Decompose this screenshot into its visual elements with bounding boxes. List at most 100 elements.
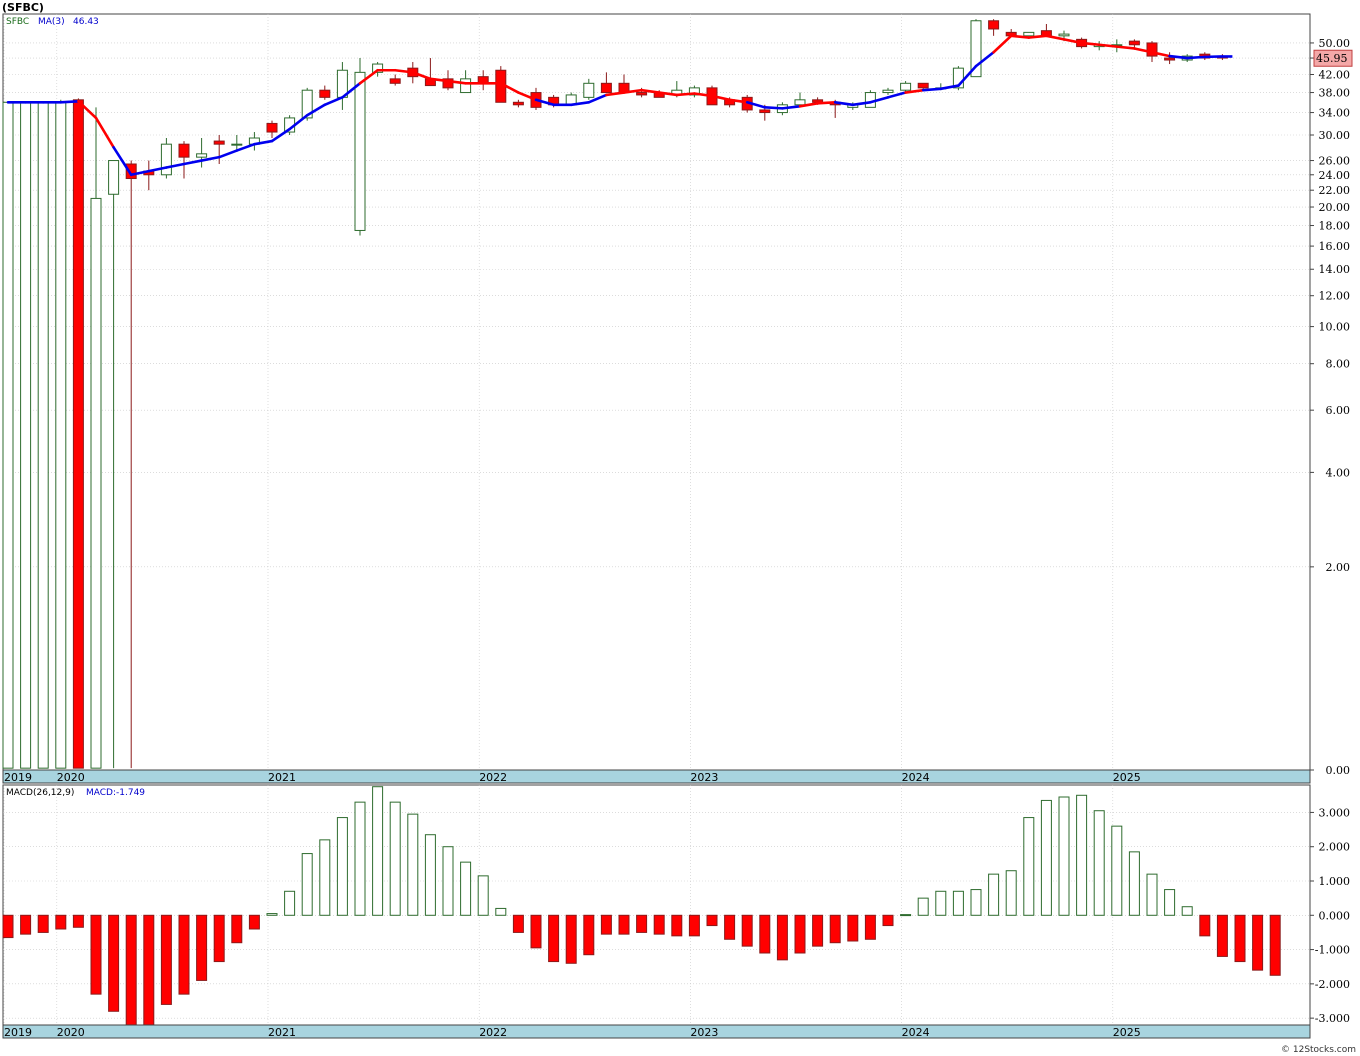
macd-bar: [548, 914, 560, 963]
macd-bar: [636, 914, 648, 933]
chart-title: (SFBC): [2, 1, 44, 14]
candle-body: [108, 160, 120, 195]
candle-body: [636, 92, 648, 96]
price-year-label: 2025: [1113, 771, 1141, 784]
macd-bar: [1111, 825, 1123, 916]
macd-bar: [1146, 873, 1158, 916]
macd-bar: [319, 839, 331, 916]
ma-segment: [675, 92, 696, 97]
candle-body: [2, 101, 14, 769]
candle-body: [319, 89, 331, 98]
candle-body: [1023, 31, 1035, 37]
ma-segment: [59, 99, 80, 104]
price-tick-label: 14.00: [1319, 263, 1351, 276]
last-price-badge: 45.95: [1313, 49, 1353, 67]
price-panel: 50.0046.0042.0038.0034.0030.0026.0024.00…: [2, 13, 1353, 784]
macd-bar: [196, 914, 208, 981]
macd-bar: [970, 889, 982, 916]
price-tick-label: 42.00: [1319, 68, 1351, 81]
candle-body: [354, 71, 366, 231]
candle-body: [231, 143, 243, 146]
macd-bar: [600, 914, 612, 935]
candle-body: [196, 153, 208, 158]
ma-segment: [763, 106, 784, 110]
candle-body: [266, 122, 278, 133]
macd-bar: [882, 914, 894, 927]
candle-body: [178, 143, 190, 158]
macd-bar: [55, 914, 67, 930]
candle-body: [1164, 57, 1176, 61]
macd-bar: [125, 914, 137, 1026]
candle-body: [1058, 33, 1070, 37]
macd-bar: [618, 914, 630, 935]
price-tick-label: 18.00: [1319, 220, 1351, 233]
price-tick-label: 12.00: [1319, 290, 1351, 303]
macd-tick-label: 2.000: [1319, 841, 1351, 854]
macd-bar: [1128, 851, 1140, 916]
price-tick-label: 38.00: [1319, 87, 1351, 100]
candle-body: [37, 101, 49, 769]
macd-tick-label: -3.000: [1315, 1012, 1350, 1025]
symbol-label: SFBC: [6, 17, 29, 27]
candle-body: [900, 82, 912, 91]
candle-body: [55, 101, 67, 769]
price-year-label: 2021: [268, 771, 296, 784]
ma-segment: [816, 100, 837, 105]
macd-bar: [776, 914, 788, 961]
price-tick-label: 26.00: [1319, 155, 1351, 168]
macd-bar: [178, 914, 190, 995]
macd-bar: [724, 914, 736, 940]
macd-tick-label: 3.000: [1319, 806, 1351, 819]
macd-bar: [935, 890, 947, 916]
price-tick-label: 50.00: [1319, 37, 1351, 50]
ma-segment: [1027, 34, 1048, 39]
candle-body: [1128, 40, 1140, 46]
candle-body: [583, 82, 595, 98]
macd-bar: [1269, 914, 1281, 976]
macd-bar: [847, 914, 859, 942]
macd-year-label: 2025: [1113, 1026, 1141, 1039]
macd-bar: [1164, 889, 1176, 916]
macd-bar: [1199, 914, 1211, 937]
candle-body: [72, 99, 84, 769]
price-panel-frame: [2, 13, 1311, 771]
macd-bar: [108, 914, 120, 1012]
macd-bar: [917, 897, 929, 916]
macd-bar: [1234, 914, 1246, 963]
macd-bar: [759, 914, 771, 954]
ma-segment: [1185, 55, 1207, 60]
macd-bar: [495, 907, 507, 916]
candle-body: [389, 78, 401, 84]
candle-body: [213, 140, 225, 145]
macd-bar: [512, 914, 524, 933]
macd-bar: [389, 801, 401, 916]
macd-bar: [442, 846, 454, 916]
macd-bar: [213, 914, 225, 963]
macd-tick-label: -2.000: [1315, 978, 1350, 991]
macd-indicator-label: MACD(26,12,9): [6, 788, 74, 798]
price-tick-label: 0.00: [1326, 764, 1351, 777]
macd-bar: [160, 914, 172, 1005]
macd-bar: [988, 873, 1000, 916]
candle-body: [600, 82, 612, 94]
macd-bar: [829, 914, 841, 944]
price-tick-label: 4.00: [1326, 466, 1351, 479]
candle-body: [460, 78, 472, 94]
macd-year-label: 2022: [479, 1026, 507, 1039]
ma-segment: [921, 87, 943, 92]
macd-bar: [2, 914, 14, 939]
candle-body: [512, 101, 524, 106]
macd-bar: [1005, 870, 1017, 916]
macd-bar: [530, 914, 542, 949]
macd-bar: [37, 914, 49, 933]
macd-bar: [20, 914, 32, 935]
candle-body: [988, 20, 1000, 30]
candle-body: [917, 82, 929, 89]
macd-bar: [90, 914, 102, 995]
price-year-label: 2020: [57, 771, 85, 784]
macd-bar: [1093, 810, 1105, 916]
macd-bar: [1023, 817, 1035, 916]
stock-chart: (SFBC) 50.0046.0042.0038.0034.0030.0026.…: [0, 0, 1360, 1056]
macd-year-label: 2019: [4, 1026, 32, 1039]
macd-bar: [336, 817, 348, 916]
